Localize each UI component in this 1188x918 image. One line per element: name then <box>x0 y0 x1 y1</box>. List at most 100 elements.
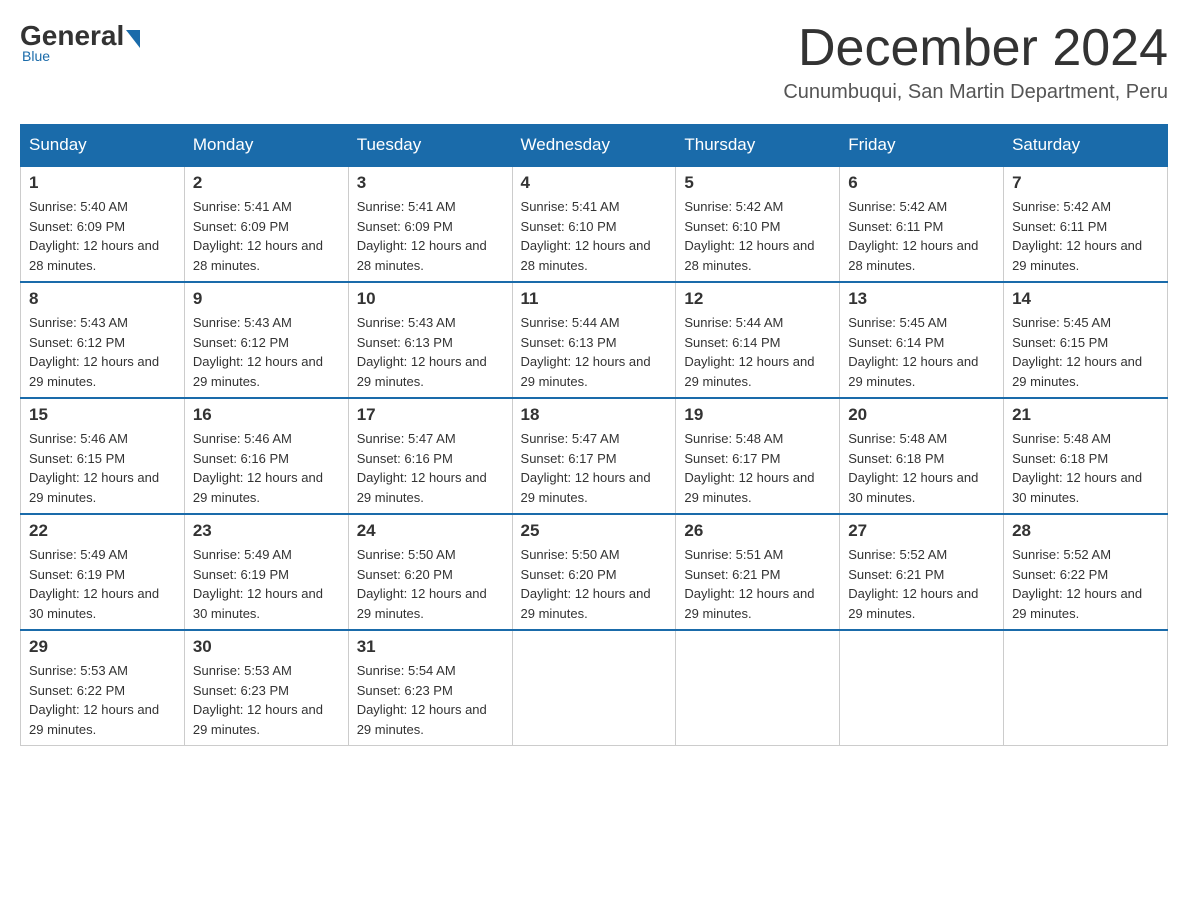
day-info: Sunrise: 5:40 AM Sunset: 6:09 PM Dayligh… <box>29 197 176 275</box>
empty-cell <box>676 630 840 746</box>
empty-cell <box>840 630 1004 746</box>
day-info: Sunrise: 5:41 AM Sunset: 6:09 PM Dayligh… <box>193 197 340 275</box>
day-cell-6: 6 Sunrise: 5:42 AM Sunset: 6:11 PM Dayli… <box>840 166 1004 282</box>
week-row-2: 8 Sunrise: 5:43 AM Sunset: 6:12 PM Dayli… <box>21 282 1168 398</box>
header-friday: Friday <box>840 125 1004 167</box>
day-info: Sunrise: 5:53 AM Sunset: 6:23 PM Dayligh… <box>193 661 340 739</box>
day-info: Sunrise: 5:46 AM Sunset: 6:15 PM Dayligh… <box>29 429 176 507</box>
day-number: 20 <box>848 405 995 425</box>
day-info: Sunrise: 5:54 AM Sunset: 6:23 PM Dayligh… <box>357 661 504 739</box>
day-number: 1 <box>29 173 176 193</box>
day-cell-9: 9 Sunrise: 5:43 AM Sunset: 6:12 PM Dayli… <box>184 282 348 398</box>
day-cell-22: 22 Sunrise: 5:49 AM Sunset: 6:19 PM Dayl… <box>21 514 185 630</box>
day-info: Sunrise: 5:48 AM Sunset: 6:18 PM Dayligh… <box>848 429 995 507</box>
day-info: Sunrise: 5:49 AM Sunset: 6:19 PM Dayligh… <box>193 545 340 623</box>
day-number: 5 <box>684 173 831 193</box>
empty-cell <box>512 630 676 746</box>
day-info: Sunrise: 5:45 AM Sunset: 6:15 PM Dayligh… <box>1012 313 1159 391</box>
day-number: 26 <box>684 521 831 541</box>
day-info: Sunrise: 5:41 AM Sunset: 6:09 PM Dayligh… <box>357 197 504 275</box>
day-number: 10 <box>357 289 504 309</box>
day-info: Sunrise: 5:46 AM Sunset: 6:16 PM Dayligh… <box>193 429 340 507</box>
day-number: 9 <box>193 289 340 309</box>
logo-underline: Blue <box>22 48 50 64</box>
day-cell-3: 3 Sunrise: 5:41 AM Sunset: 6:09 PM Dayli… <box>348 166 512 282</box>
day-number: 29 <box>29 637 176 657</box>
week-row-4: 22 Sunrise: 5:49 AM Sunset: 6:19 PM Dayl… <box>21 514 1168 630</box>
header-monday: Monday <box>184 125 348 167</box>
day-info: Sunrise: 5:47 AM Sunset: 6:17 PM Dayligh… <box>521 429 668 507</box>
day-cell-7: 7 Sunrise: 5:42 AM Sunset: 6:11 PM Dayli… <box>1004 166 1168 282</box>
calendar-header-row: SundayMondayTuesdayWednesdayThursdayFrid… <box>21 125 1168 167</box>
day-number: 6 <box>848 173 995 193</box>
day-info: Sunrise: 5:44 AM Sunset: 6:14 PM Dayligh… <box>684 313 831 391</box>
month-title: December 2024 <box>783 20 1168 77</box>
day-info: Sunrise: 5:44 AM Sunset: 6:13 PM Dayligh… <box>521 313 668 391</box>
day-cell-14: 14 Sunrise: 5:45 AM Sunset: 6:15 PM Dayl… <box>1004 282 1168 398</box>
day-number: 13 <box>848 289 995 309</box>
day-info: Sunrise: 5:41 AM Sunset: 6:10 PM Dayligh… <box>521 197 668 275</box>
day-number: 16 <box>193 405 340 425</box>
title-area: December 2024 Cunumbuqui, San Martin Dep… <box>783 20 1168 104</box>
day-number: 11 <box>521 289 668 309</box>
day-cell-12: 12 Sunrise: 5:44 AM Sunset: 6:14 PM Dayl… <box>676 282 840 398</box>
day-info: Sunrise: 5:52 AM Sunset: 6:22 PM Dayligh… <box>1012 545 1159 623</box>
day-cell-17: 17 Sunrise: 5:47 AM Sunset: 6:16 PM Dayl… <box>348 398 512 514</box>
week-row-5: 29 Sunrise: 5:53 AM Sunset: 6:22 PM Dayl… <box>21 630 1168 746</box>
day-cell-29: 29 Sunrise: 5:53 AM Sunset: 6:22 PM Dayl… <box>21 630 185 746</box>
header-thursday: Thursday <box>676 125 840 167</box>
day-number: 30 <box>193 637 340 657</box>
empty-cell <box>1004 630 1168 746</box>
day-cell-5: 5 Sunrise: 5:42 AM Sunset: 6:10 PM Dayli… <box>676 166 840 282</box>
week-row-3: 15 Sunrise: 5:46 AM Sunset: 6:15 PM Dayl… <box>21 398 1168 514</box>
day-cell-18: 18 Sunrise: 5:47 AM Sunset: 6:17 PM Dayl… <box>512 398 676 514</box>
day-cell-16: 16 Sunrise: 5:46 AM Sunset: 6:16 PM Dayl… <box>184 398 348 514</box>
day-number: 28 <box>1012 521 1159 541</box>
day-cell-26: 26 Sunrise: 5:51 AM Sunset: 6:21 PM Dayl… <box>676 514 840 630</box>
day-number: 21 <box>1012 405 1159 425</box>
day-number: 14 <box>1012 289 1159 309</box>
day-info: Sunrise: 5:51 AM Sunset: 6:21 PM Dayligh… <box>684 545 831 623</box>
day-cell-10: 10 Sunrise: 5:43 AM Sunset: 6:13 PM Dayl… <box>348 282 512 398</box>
day-cell-15: 15 Sunrise: 5:46 AM Sunset: 6:15 PM Dayl… <box>21 398 185 514</box>
day-info: Sunrise: 5:42 AM Sunset: 6:11 PM Dayligh… <box>1012 197 1159 275</box>
day-info: Sunrise: 5:52 AM Sunset: 6:21 PM Dayligh… <box>848 545 995 623</box>
day-number: 24 <box>357 521 504 541</box>
day-number: 8 <box>29 289 176 309</box>
day-info: Sunrise: 5:48 AM Sunset: 6:18 PM Dayligh… <box>1012 429 1159 507</box>
day-cell-21: 21 Sunrise: 5:48 AM Sunset: 6:18 PM Dayl… <box>1004 398 1168 514</box>
day-number: 18 <box>521 405 668 425</box>
day-number: 15 <box>29 405 176 425</box>
day-number: 4 <box>521 173 668 193</box>
day-cell-11: 11 Sunrise: 5:44 AM Sunset: 6:13 PM Dayl… <box>512 282 676 398</box>
day-number: 2 <box>193 173 340 193</box>
day-cell-2: 2 Sunrise: 5:41 AM Sunset: 6:09 PM Dayli… <box>184 166 348 282</box>
day-cell-19: 19 Sunrise: 5:48 AM Sunset: 6:17 PM Dayl… <box>676 398 840 514</box>
day-number: 27 <box>848 521 995 541</box>
day-info: Sunrise: 5:45 AM Sunset: 6:14 PM Dayligh… <box>848 313 995 391</box>
calendar-table: SundayMondayTuesdayWednesdayThursdayFrid… <box>20 124 1168 746</box>
day-number: 12 <box>684 289 831 309</box>
day-info: Sunrise: 5:49 AM Sunset: 6:19 PM Dayligh… <box>29 545 176 623</box>
day-cell-30: 30 Sunrise: 5:53 AM Sunset: 6:23 PM Dayl… <box>184 630 348 746</box>
day-cell-20: 20 Sunrise: 5:48 AM Sunset: 6:18 PM Dayl… <box>840 398 1004 514</box>
day-number: 7 <box>1012 173 1159 193</box>
day-cell-28: 28 Sunrise: 5:52 AM Sunset: 6:22 PM Dayl… <box>1004 514 1168 630</box>
logo: General Blue <box>20 20 142 64</box>
day-info: Sunrise: 5:50 AM Sunset: 6:20 PM Dayligh… <box>357 545 504 623</box>
location: Cunumbuqui, San Martin Department, Peru <box>783 81 1168 104</box>
day-info: Sunrise: 5:53 AM Sunset: 6:22 PM Dayligh… <box>29 661 176 739</box>
day-info: Sunrise: 5:48 AM Sunset: 6:17 PM Dayligh… <box>684 429 831 507</box>
day-info: Sunrise: 5:50 AM Sunset: 6:20 PM Dayligh… <box>521 545 668 623</box>
header-wednesday: Wednesday <box>512 125 676 167</box>
day-number: 25 <box>521 521 668 541</box>
day-cell-31: 31 Sunrise: 5:54 AM Sunset: 6:23 PM Dayl… <box>348 630 512 746</box>
day-cell-4: 4 Sunrise: 5:41 AM Sunset: 6:10 PM Dayli… <box>512 166 676 282</box>
day-number: 22 <box>29 521 176 541</box>
logo-arrow-icon <box>126 30 140 48</box>
page-header: General Blue December 2024 Cunumbuqui, S… <box>20 20 1168 104</box>
day-number: 17 <box>357 405 504 425</box>
day-number: 19 <box>684 405 831 425</box>
day-number: 31 <box>357 637 504 657</box>
day-number: 3 <box>357 173 504 193</box>
